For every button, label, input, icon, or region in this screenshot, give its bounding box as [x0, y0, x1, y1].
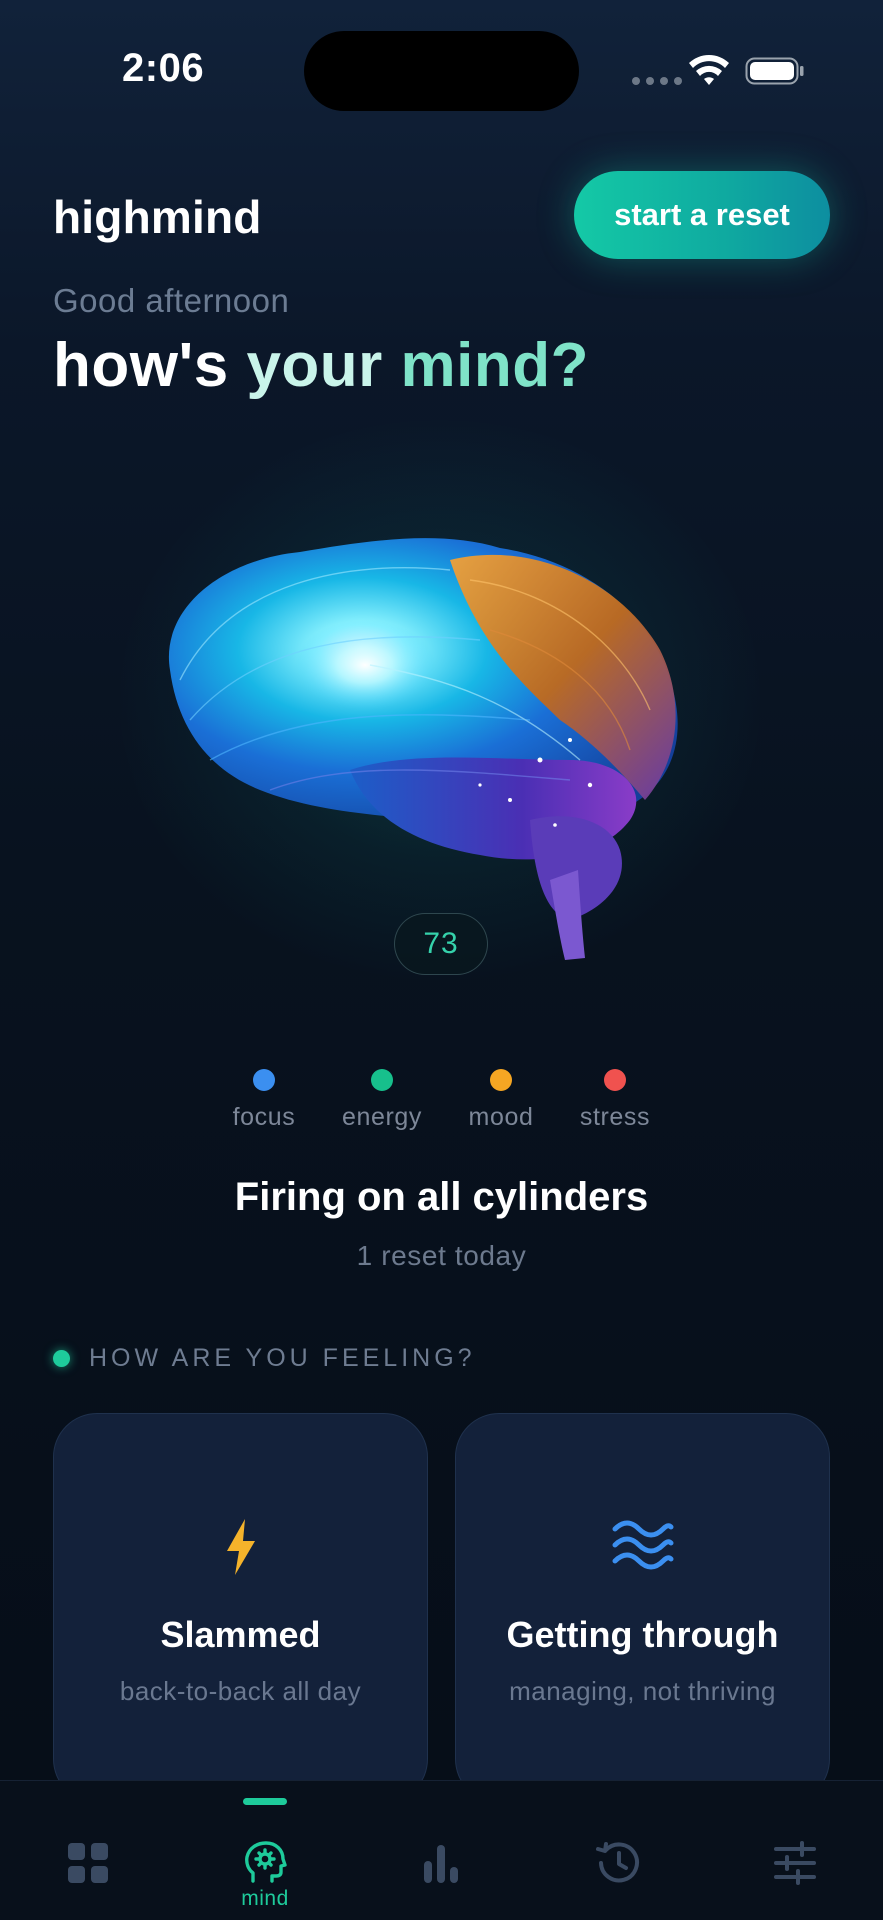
home-screen: 2:06 highmind start a reset Good afterno… — [0, 0, 883, 1920]
headline-word-3: mind? — [400, 331, 590, 400]
stress-dot — [604, 1069, 626, 1091]
focus-dot — [253, 1069, 275, 1091]
resets-count: 1 reset today — [356, 1240, 527, 1271]
history-icon — [596, 1842, 639, 1883]
legend-label: stress — [579, 1103, 651, 1131]
legend-label: energy — [341, 1103, 423, 1131]
card-subtitle: back-to-back all day — [119, 1676, 362, 1706]
mood-dot — [490, 1069, 512, 1091]
brain-head-icon — [245, 1841, 287, 1883]
headline-word-1: how's — [53, 331, 229, 400]
app-brand: highmind — [53, 191, 262, 243]
feeling-section-label: HOW ARE YOU FEELING? — [89, 1344, 476, 1372]
feeling-card-getting-through[interactable]: Getting through managing, not thriving — [455, 1413, 830, 1803]
lightning-icon — [226, 1519, 255, 1575]
tab-mind-label: mind — [241, 1887, 289, 1910]
dynamic-island — [304, 31, 579, 111]
energy-dot — [371, 1069, 393, 1091]
legend-item-stress: stress — [560, 1069, 670, 1132]
cellular-signal-icon — [632, 77, 682, 85]
bar-chart-icon — [424, 1845, 458, 1883]
legend-item-focus: focus — [209, 1069, 319, 1132]
feeling-card-slammed[interactable]: Slammed back-to-back all day — [53, 1413, 428, 1803]
card-subtitle: managing, not thriving — [509, 1676, 776, 1706]
tab-history[interactable] — [557, 1781, 677, 1920]
brain-visualization[interactable] — [150, 520, 710, 960]
card-title: Slammed — [160, 1614, 321, 1655]
status-time: 2:06 — [122, 46, 205, 90]
wifi-icon — [689, 55, 729, 85]
mind-state-title: Firing on all cylinders — [234, 1175, 649, 1219]
legend-item-mood: mood — [446, 1069, 556, 1132]
headline-word-2: your — [246, 331, 383, 400]
battery-icon — [745, 57, 804, 85]
tab-dashboard[interactable] — [28, 1781, 148, 1920]
legend-label: focus — [232, 1103, 296, 1131]
sliders-icon — [774, 1841, 816, 1885]
section-dot — [53, 1350, 70, 1367]
waves-icon — [612, 1520, 673, 1570]
start-reset-button[interactable]: start a reset — [574, 171, 830, 259]
legend-item-energy: energy — [327, 1069, 437, 1132]
card-title: Getting through — [506, 1614, 779, 1655]
grid-icon — [68, 1843, 108, 1883]
tab-stats[interactable] — [381, 1781, 501, 1920]
tab-settings[interactable] — [735, 1781, 855, 1920]
legend-label: mood — [468, 1103, 534, 1131]
active-tab-indicator — [243, 1798, 287, 1805]
headline: how's your mind? — [53, 330, 589, 401]
greeting: Good afternoon — [53, 282, 290, 319]
bottom-tab-bar: mind — [0, 1780, 883, 1920]
mind-score-badge: 73 — [394, 913, 488, 975]
